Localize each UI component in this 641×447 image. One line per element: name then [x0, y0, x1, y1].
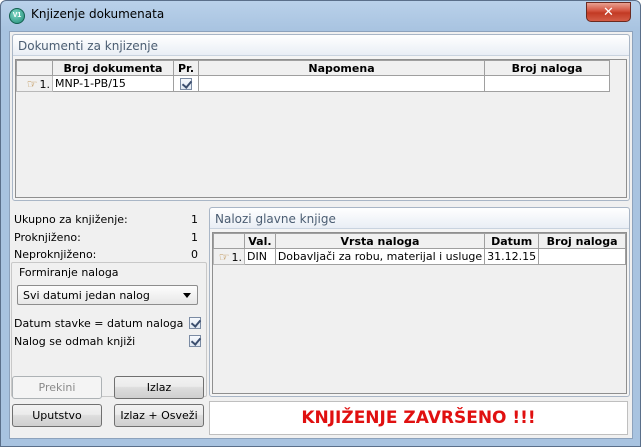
- documents-header-row: Broj dokumenta Pr. Napomena Broj naloga: [16, 60, 610, 76]
- formiranje-select-value: Svi datumi jedan nalog: [23, 289, 150, 302]
- col-header-broj-naloga[interactable]: Broj naloga: [538, 233, 626, 249]
- col-header-broj-dokumenta[interactable]: Broj dokumenta: [52, 60, 174, 76]
- documents-corner-cell: [16, 60, 53, 76]
- izlaz-osvezi-button[interactable]: Izlaz + Osveži: [114, 404, 204, 427]
- cell-pr[interactable]: [173, 75, 199, 92]
- proknjizeno-label: Proknjiženo:: [14, 231, 81, 244]
- cell-broj-naloga[interactable]: [484, 75, 610, 92]
- table-row[interactable]: ☞ 1. DIN Dobavljači za robu, materijal i …: [213, 248, 626, 265]
- formiranje-select[interactable]: Svi datumi jedan nalog: [17, 285, 198, 305]
- status-message: KNJIŽENJE ZAVRŠENO !!!: [209, 401, 628, 435]
- row-number: 1.: [39, 77, 51, 91]
- row-number: 1.: [231, 250, 242, 264]
- table-row[interactable]: ☞ 1. MNP-1-PB/15: [16, 75, 610, 92]
- documents-group-title: Dokumenti za knjizenje: [13, 35, 629, 56]
- neproknjizeno-value: 0: [191, 248, 198, 261]
- proknjizeno-value: 1: [191, 231, 198, 244]
- cell-napomena[interactable]: [198, 75, 485, 92]
- cell-val[interactable]: DIN: [243, 248, 276, 265]
- documents-group: Dokumenti za knjizenje Broj dokumenta Pr…: [12, 34, 630, 201]
- window-title: Knjizenje dokumenata: [31, 7, 165, 21]
- formiranje-title: Formiranje naloga: [19, 266, 119, 279]
- nalozi-corner-cell: [213, 233, 245, 249]
- col-header-napomena[interactable]: Napomena: [198, 60, 485, 76]
- nalozi-grid[interactable]: Val. Vrsta naloga Datum Broj naloga ☞ 1. …: [212, 232, 627, 394]
- neproknjizeno-label: Neproknjiženo:: [14, 248, 97, 261]
- close-button[interactable]: ✕: [586, 2, 631, 22]
- cell-datum[interactable]: 31.12.15: [484, 248, 540, 265]
- pointing-hand-icon: ☞: [218, 249, 230, 264]
- close-icon: ✕: [603, 4, 614, 19]
- nalozi-header-row: Val. Vrsta naloga Datum Broj naloga: [213, 233, 626, 249]
- col-header-vrsta-naloga[interactable]: Vrsta naloga: [274, 233, 486, 249]
- cell-vrsta-naloga[interactable]: Dobavljači za robu, materijal i usluge: [274, 248, 486, 265]
- main-window: V1 Knjizenje dokumenata ✕ Dokumenti za k…: [0, 0, 641, 447]
- nalozi-table: Val. Vrsta naloga Datum Broj naloga ☞ 1. …: [213, 233, 626, 265]
- col-header-val[interactable]: Val.: [243, 233, 276, 249]
- title-bar: V1 Knjizenje dokumenata ✕: [1, 1, 640, 29]
- nalozi-group: Nalozi glavne knjige Val. Vrsta naloga D…: [209, 207, 630, 397]
- izlaz-button[interactable]: Izlaz: [114, 376, 204, 399]
- col-header-pr[interactable]: Pr.: [173, 60, 199, 76]
- row-header[interactable]: ☞ 1.: [213, 248, 245, 265]
- ukupno-value: 1: [191, 213, 198, 226]
- nalozi-group-title: Nalozi glavne knjige: [210, 208, 629, 229]
- cell-broj-naloga[interactable]: [538, 248, 626, 265]
- documents-table: Broj dokumenta Pr. Napomena Broj naloga …: [16, 60, 610, 92]
- nalog-odmah-label: Nalog se odmah knjiži: [14, 335, 136, 348]
- proknjizen-checkbox[interactable]: [180, 78, 192, 90]
- datum-stavke-checkbox[interactable]: [189, 317, 201, 329]
- nalog-odmah-checkbox[interactable]: [189, 335, 201, 347]
- row-header[interactable]: ☞ 1.: [16, 75, 53, 92]
- documents-grid[interactable]: Broj dokumenta Pr. Napomena Broj naloga …: [15, 59, 627, 198]
- ukupno-label: Ukupno za knjiženje:: [14, 213, 128, 226]
- chevron-down-icon: [183, 293, 191, 298]
- app-icon: V1: [9, 8, 25, 24]
- prekini-button[interactable]: Prekini: [12, 376, 102, 399]
- cell-broj-dokumenta[interactable]: MNP-1-PB/15: [52, 75, 174, 92]
- col-header-datum[interactable]: Datum: [484, 233, 540, 249]
- pointing-hand-icon: ☞: [26, 76, 38, 91]
- uputstvo-button[interactable]: Uputstvo: [12, 404, 102, 427]
- col-header-broj-naloga[interactable]: Broj naloga: [484, 60, 610, 76]
- datum-stavke-label: Datum stavke = datum naloga: [14, 317, 184, 330]
- client-area: Dokumenti za knjizenje Broj dokumenta Pr…: [9, 31, 633, 439]
